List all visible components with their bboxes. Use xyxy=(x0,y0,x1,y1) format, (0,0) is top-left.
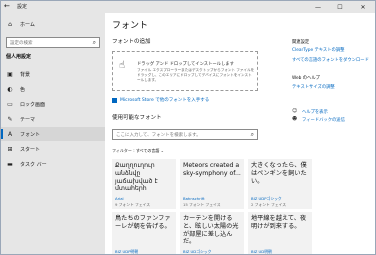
sidebar-item-fonts[interactable]: A フォント xyxy=(1,127,105,141)
main-content: フォント フォントの追加 ☝ ドラッグ アンド ドロップしてインストールします … xyxy=(105,13,375,254)
drag-hand-icon: ☝ xyxy=(119,60,126,71)
close-button[interactable]: ✕ xyxy=(352,1,374,13)
sidebar-item-label: ホーム xyxy=(20,21,35,28)
sidebar-item-label: スタート xyxy=(20,146,41,153)
sidebar-item-label: テーマ xyxy=(20,116,36,123)
font-drop-zone[interactable]: ☝ ドラッグ アンド ドロップしてインストールします ファイル エクスプローラー… xyxy=(112,51,258,91)
font-name: BIZ UDゴシック xyxy=(183,249,212,254)
monitor-icon: ▭ xyxy=(7,100,13,108)
font-name: BIZ UDP明朝 xyxy=(115,249,139,254)
font-tile-bahnschrift[interactable]: Meteors created a sky-symphony of... Bah… xyxy=(180,159,244,209)
sidebar-item-background[interactable]: ▣ 背景 xyxy=(1,67,105,81)
download-all-fonts-link[interactable]: すべての言語のフォントをダウンロード xyxy=(292,57,369,63)
web-help-heading: Web のヘルプ xyxy=(292,76,320,81)
store-link[interactable]: Microsoft Store で他のフォントを入手する xyxy=(112,97,209,103)
font-preview: 大きくなったら、僕はペンギンを飼いたい。 xyxy=(251,162,307,185)
font-tile-arial[interactable]: Քաղղուղուր անձնվը յաճախված է մտահերհ Ari… xyxy=(112,159,176,209)
filter-label: フィルター : xyxy=(112,148,135,153)
start-grid-icon: ⊞ xyxy=(7,145,13,153)
drop-zone-description: ファイル エクスプローラーまたはデスクトップからフォント ファイルをドラッグし、… xyxy=(137,68,255,82)
font-name: BIZ UD明朝 xyxy=(251,249,272,254)
sidebar-item-label: 色 xyxy=(20,86,26,93)
font-face-count: 15 フォント フェイス xyxy=(183,202,221,207)
chevron-down-icon: ⌄ xyxy=(160,148,165,153)
maximize-button[interactable]: ☐ xyxy=(329,1,351,13)
font-face-count: 9 フォント フェイス xyxy=(115,202,151,207)
font-face-count: 2 フォント フェイス xyxy=(251,202,287,207)
font-search-placeholder: ここに入力して、フォントを検索します。 xyxy=(116,132,201,138)
font-preview: 地平線を越えて、夜明けが到来する。 xyxy=(251,215,307,230)
filter-value: すべての言語 xyxy=(135,148,160,153)
search-icon: ⌕ xyxy=(250,131,254,138)
available-fonts-heading: 使用可能なフォント xyxy=(112,115,162,121)
page-title: フォント xyxy=(112,21,149,31)
sidebar-item-themes[interactable]: ✎ テーマ xyxy=(1,112,105,126)
search-icon: ⌕ xyxy=(92,39,96,46)
related-settings-heading: 関連設定 xyxy=(292,40,310,45)
drop-zone-title: ドラッグ アンド ドロップしてインストールします xyxy=(137,62,234,67)
font-tile-biz-udpmincho[interactable]: 鳥たちのファンファーレが朝を告げる。 BIZ UDP明朝 xyxy=(112,212,176,254)
taskbar-icon: ▬ xyxy=(7,160,13,168)
sidebar-item-label: フォント xyxy=(20,131,41,138)
text-size-link[interactable]: テキストサイズの調整 xyxy=(292,84,335,90)
feedback-link[interactable]: フィードバックの送信 xyxy=(302,117,345,123)
font-name: Bahnschrift xyxy=(183,196,205,201)
sidebar-item-label: 背景 xyxy=(20,71,31,78)
add-fonts-heading: フォントの追加 xyxy=(112,39,151,45)
font-tile-biz-udmincho[interactable]: 地平線を越えて、夜明けが到来する。 BIZ UD明朝 xyxy=(248,212,312,254)
feedback-icon: ☻ xyxy=(292,116,298,122)
store-bag-icon xyxy=(112,97,117,103)
cleartype-link[interactable]: ClearType テキストの調整 xyxy=(292,47,344,53)
sidebar-item-label: ロック画面 xyxy=(20,101,46,108)
font-preview: Meteors created a sky-symphony of... xyxy=(183,162,241,177)
settings-window: ← 設定 — ☐ ✕ ⌂ ホーム 設定の検索 ⌕ 個人用設定 ▣ 背景 ◐ 色 … xyxy=(0,0,376,255)
store-link-label: Microsoft Store で他のフォントを入手する xyxy=(120,98,210,103)
get-help-link[interactable]: ヘルプを表示 xyxy=(302,109,328,115)
language-filter[interactable]: フィルター : すべての言語 ⌄ xyxy=(112,148,164,154)
home-icon: ⌂ xyxy=(8,20,12,28)
font-preview: Քաղղուղուր անձնվը յաճախված է մտահերհ xyxy=(115,162,158,193)
sidebar-item-label: タスク バー xyxy=(20,161,47,168)
title-bar: ← 設定 — ☐ ✕ xyxy=(1,1,375,13)
font-icon: A xyxy=(7,130,13,138)
font-search-input[interactable]: ここに入力して、フォントを検索します。 ⌕ xyxy=(112,129,258,140)
back-arrow-icon[interactable]: ← xyxy=(4,2,10,10)
sidebar-item-taskbar[interactable]: ▬ タスク バー xyxy=(1,157,105,171)
minimize-button[interactable]: — xyxy=(307,1,329,13)
font-preview: カーテンを開けると、眩しい太陽の光が部屋に差し込んだ。 xyxy=(183,215,239,246)
palette-icon: ◐ xyxy=(7,85,13,93)
font-tile-biz-udpgothic[interactable]: 大きくなったら、僕はペンギンを飼いたい。 BIZ UDPゴシック 2 フォント … xyxy=(248,159,312,209)
sidebar-item-colors[interactable]: ◐ 色 xyxy=(1,82,105,96)
font-preview: 鳥たちのファンファーレが朝を告げる。 xyxy=(115,215,171,230)
sidebar: ⌂ ホーム 設定の検索 ⌕ 個人用設定 ▣ 背景 ◐ 色 ▭ ロック画面 ✎ テ… xyxy=(1,13,105,254)
search-placeholder: 設定の検索 xyxy=(10,40,33,46)
window-title: 設定 xyxy=(17,4,28,10)
settings-search-input[interactable]: 設定の検索 ⌕ xyxy=(6,37,100,48)
help-icon: ☺ xyxy=(292,108,298,114)
sidebar-item-lock-screen[interactable]: ▭ ロック画面 xyxy=(1,97,105,111)
brush-icon: ✎ xyxy=(7,115,13,123)
font-name: Arial xyxy=(115,196,124,201)
picture-icon: ▣ xyxy=(7,70,13,78)
section-title: 個人用設定 xyxy=(6,54,32,60)
font-tile-biz-udgothic[interactable]: カーテンを開けると、眩しい太陽の光が部屋に差し込んだ。 BIZ UDゴシック xyxy=(180,212,244,254)
sidebar-item-start[interactable]: ⊞ スタート xyxy=(1,142,105,156)
sidebar-item-home[interactable]: ⌂ ホーム xyxy=(1,17,105,31)
